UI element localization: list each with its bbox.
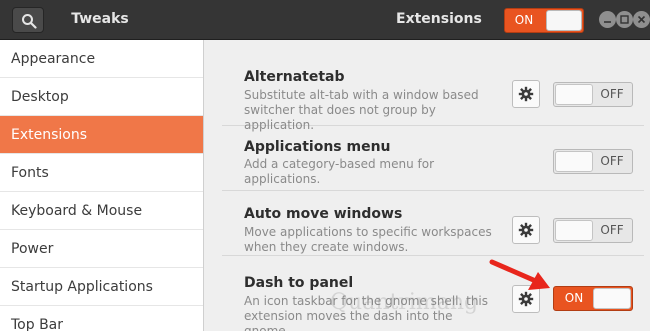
sidebar-item-label: Extensions <box>11 127 88 143</box>
sidebar-item-label: Desktop <box>11 89 69 105</box>
switch-knob <box>593 288 631 309</box>
extensions-global-switch[interactable]: ON <box>504 8 584 33</box>
extension-settings-button[interactable] <box>512 216 540 244</box>
extension-description: Move applications to specific workspaces… <box>244 225 500 255</box>
sidebar-item-desktop[interactable]: Desktop <box>0 78 203 116</box>
sidebar-item-label: Appearance <box>11 51 96 67</box>
global-switch-label: ON <box>514 13 534 27</box>
extension-title: Auto move windows <box>244 206 403 222</box>
minimize-icon <box>604 21 611 23</box>
extensions-list: Alternatetab Substitute alt-tab with a w… <box>204 40 650 331</box>
extension-toggle[interactable]: OFF <box>553 149 633 174</box>
maximize-button[interactable] <box>616 11 633 28</box>
switch-knob <box>555 151 593 172</box>
gear-icon <box>518 222 534 238</box>
switch-label: ON <box>564 291 584 305</box>
extension-title: Applications menu <box>244 139 391 155</box>
extension-toggle[interactable]: OFF <box>553 82 633 107</box>
sidebar-item-extensions[interactable]: Extensions <box>0 116 203 154</box>
switch-knob <box>555 220 593 241</box>
description-line: Add a category-based menu for applicatio… <box>244 157 435 186</box>
switch-knob <box>555 84 593 105</box>
tweaks-window: Tweaks Extensions ON Appearance Desktop … <box>0 0 650 331</box>
app-title: Tweaks <box>71 11 129 27</box>
extension-description: Add a category-based menu for applicatio… <box>244 157 500 187</box>
extension-settings-button[interactable] <box>512 80 540 108</box>
close-button[interactable] <box>633 11 650 28</box>
switch-label: OFF <box>600 154 624 168</box>
description-line: Substitute alt-tab with a window based <box>244 88 479 102</box>
extension-toggle[interactable]: ON <box>553 286 633 311</box>
sidebar-item-power[interactable]: Power <box>0 230 203 268</box>
sidebar-item-top-bar[interactable]: Top Bar <box>0 306 203 331</box>
extension-row-auto-move-windows: Auto move windows Move applications to s… <box>222 192 644 256</box>
annotation-arrow-icon <box>489 259 550 290</box>
header-bar: Tweaks Extensions ON <box>0 0 650 40</box>
sidebar-item-label: Top Bar <box>11 317 64 331</box>
extension-title: Alternatetab <box>244 69 345 85</box>
maximize-icon <box>620 15 629 24</box>
switch-label: OFF <box>600 223 624 237</box>
watermark: Quantrimang <box>330 290 479 315</box>
description-line: Move applications to specific workspaces <box>244 225 492 239</box>
sidebar-item-label: Power <box>11 241 54 257</box>
sidebar-item-fonts[interactable]: Fonts <box>0 154 203 192</box>
extension-title: Dash to panel <box>244 275 354 291</box>
extension-row-alternatetab: Alternatetab Substitute alt-tab with a w… <box>222 62 644 132</box>
sidebar: Appearance Desktop Extensions Fonts Keyb… <box>0 40 204 331</box>
sidebar-item-label: Keyboard & Mouse <box>11 203 143 219</box>
switch-label: OFF <box>600 87 624 101</box>
extension-row-applications-menu: Applications menu Add a category-based m… <box>222 127 644 191</box>
gear-icon <box>518 86 534 102</box>
switch-knob <box>546 10 582 31</box>
sidebar-item-appearance[interactable]: Appearance <box>0 40 203 78</box>
close-icon <box>637 15 646 24</box>
sidebar-item-label: Startup Applications <box>11 279 153 295</box>
sidebar-item-label: Fonts <box>11 165 49 181</box>
sidebar-item-keyboard-mouse[interactable]: Keyboard & Mouse <box>0 192 203 230</box>
extension-toggle[interactable]: OFF <box>553 218 633 243</box>
page-title: Extensions <box>396 11 482 27</box>
sidebar-item-startup-applications[interactable]: Startup Applications <box>0 268 203 306</box>
description-line: when they create windows. <box>244 240 409 254</box>
minimize-button[interactable] <box>599 11 616 28</box>
